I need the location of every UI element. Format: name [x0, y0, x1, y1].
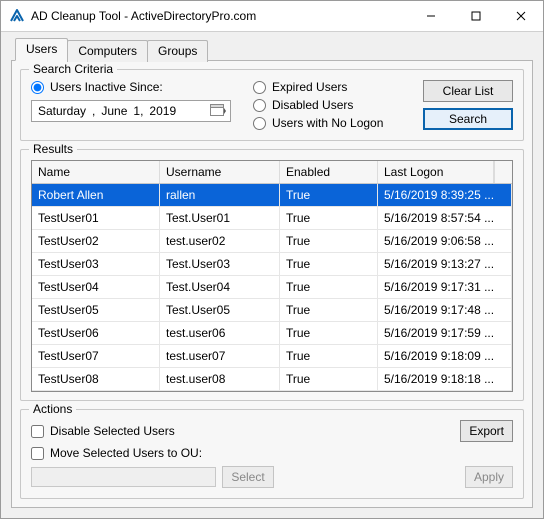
table-cell: True	[280, 368, 378, 390]
results-grid[interactable]: Name Username Enabled Last Logon Robert …	[31, 160, 513, 392]
table-cell: 5/16/2019 9:17:48 ...	[378, 299, 512, 321]
tab-groups[interactable]: Groups	[147, 40, 208, 62]
table-cell: True	[280, 345, 378, 367]
ou-path-input	[31, 467, 216, 487]
table-cell: rallen	[160, 184, 280, 206]
checkbox-disable-users[interactable]: Disable Selected Users	[31, 424, 175, 438]
grid-header: Name Username Enabled Last Logon	[32, 161, 512, 184]
date-picker[interactable]: Saturday , June 1, 2019	[31, 100, 231, 122]
date-value: Saturday , June 1, 2019	[38, 104, 176, 118]
table-cell: Test.User03	[160, 253, 280, 275]
radio-no-logon-input[interactable]	[253, 117, 266, 130]
table-cell: 5/16/2019 9:17:59 ...	[378, 322, 512, 344]
table-cell: Robert Allen	[32, 184, 160, 206]
checkbox-move-label: Move Selected Users to OU:	[50, 446, 202, 460]
table-row[interactable]: TestUser04Test.User04True5/16/2019 9:17:…	[32, 276, 512, 299]
search-button[interactable]: Search	[423, 108, 513, 130]
actions-legend: Actions	[29, 402, 76, 416]
table-row[interactable]: Robert AllenrallenTrue5/16/2019 8:39:25 …	[32, 184, 512, 207]
radio-inactive-since[interactable]: Users Inactive Since:	[31, 80, 241, 94]
table-cell: 5/16/2019 9:06:58 ...	[378, 230, 512, 252]
actions-group: Actions Disable Selected Users Export Mo…	[20, 409, 524, 499]
tab-computers[interactable]: Computers	[67, 40, 148, 62]
close-button[interactable]	[498, 1, 543, 31]
window-title: AD Cleanup Tool - ActiveDirectoryPro.com	[31, 9, 408, 23]
radio-expired-input[interactable]	[253, 81, 266, 94]
radio-inactive-since-input[interactable]	[31, 81, 44, 94]
table-cell: 5/16/2019 9:18:18 ...	[378, 368, 512, 390]
minimize-button[interactable]	[408, 1, 453, 31]
table-cell: TestUser06	[32, 322, 160, 344]
table-cell: test.user06	[160, 322, 280, 344]
table-cell: True	[280, 184, 378, 206]
table-cell: True	[280, 299, 378, 321]
table-cell: 5/16/2019 8:39:25 ...	[378, 184, 512, 206]
calendar-dropdown-icon[interactable]	[210, 104, 226, 118]
table-cell: test.user07	[160, 345, 280, 367]
radio-no-logon-label: Users with No Logon	[272, 116, 383, 130]
search-criteria-legend: Search Criteria	[29, 62, 117, 76]
window-body: Users Computers Groups Search Criteria U…	[1, 32, 543, 518]
grid-body[interactable]: Robert AllenrallenTrue5/16/2019 8:39:25 …	[32, 184, 512, 391]
col-header-name[interactable]: Name	[32, 161, 160, 183]
maximize-button[interactable]	[453, 1, 498, 31]
table-cell: 5/16/2019 8:57:54 ...	[378, 207, 512, 229]
table-cell: True	[280, 253, 378, 275]
radio-disabled-input[interactable]	[253, 99, 266, 112]
select-ou-button: Select	[222, 466, 273, 488]
table-row[interactable]: TestUser07test.user07True5/16/2019 9:18:…	[32, 345, 512, 368]
table-cell: 5/16/2019 9:13:27 ...	[378, 253, 512, 275]
table-cell: 5/16/2019 9:18:09 ...	[378, 345, 512, 367]
search-criteria-group: Search Criteria Users Inactive Since: Sa…	[20, 69, 524, 141]
checkbox-disable-input[interactable]	[31, 425, 44, 438]
table-cell: True	[280, 322, 378, 344]
table-row[interactable]: TestUser06test.user06True5/16/2019 9:17:…	[32, 322, 512, 345]
table-cell: Test.User05	[160, 299, 280, 321]
table-row[interactable]: TestUser02test.user02True5/16/2019 9:06:…	[32, 230, 512, 253]
tab-strip: Users Computers Groups	[11, 38, 533, 61]
table-cell: TestUser03	[32, 253, 160, 275]
checkbox-disable-label: Disable Selected Users	[50, 424, 175, 438]
table-row[interactable]: TestUser03Test.User03True5/16/2019 9:13:…	[32, 253, 512, 276]
table-cell: test.user02	[160, 230, 280, 252]
table-cell: TestUser08	[32, 368, 160, 390]
radio-disabled-label: Disabled Users	[272, 98, 353, 112]
col-header-lastlogon[interactable]: Last Logon	[378, 161, 494, 183]
table-cell: TestUser07	[32, 345, 160, 367]
checkbox-move-input[interactable]	[31, 447, 44, 460]
table-cell: True	[280, 230, 378, 252]
col-header-enabled[interactable]: Enabled	[280, 161, 378, 183]
table-cell: Test.User01	[160, 207, 280, 229]
radio-expired-label: Expired Users	[272, 80, 347, 94]
table-cell: test.user08	[160, 368, 280, 390]
checkbox-move-ou[interactable]: Move Selected Users to OU:	[31, 446, 513, 460]
results-legend: Results	[29, 142, 77, 156]
table-cell: Test.User04	[160, 276, 280, 298]
apply-button: Apply	[465, 466, 513, 488]
table-row[interactable]: TestUser08test.user08True5/16/2019 9:18:…	[32, 368, 512, 391]
tab-panel-users: Search Criteria Users Inactive Since: Sa…	[11, 60, 533, 508]
table-row[interactable]: TestUser01Test.User01True5/16/2019 8:57:…	[32, 207, 512, 230]
table-cell: TestUser05	[32, 299, 160, 321]
table-cell: TestUser01	[32, 207, 160, 229]
app-logo-icon	[9, 8, 25, 24]
table-cell: 5/16/2019 9:17:31 ...	[378, 276, 512, 298]
table-cell: TestUser04	[32, 276, 160, 298]
app-window: AD Cleanup Tool - ActiveDirectoryPro.com…	[0, 0, 544, 519]
radio-no-logon[interactable]: Users with No Logon	[253, 116, 411, 130]
table-cell: True	[280, 276, 378, 298]
export-button[interactable]: Export	[460, 420, 513, 442]
tab-users[interactable]: Users	[15, 38, 68, 61]
table-row[interactable]: TestUser05Test.User05True5/16/2019 9:17:…	[32, 299, 512, 322]
radio-inactive-since-label: Users Inactive Since:	[50, 80, 163, 94]
radio-disabled-users[interactable]: Disabled Users	[253, 98, 411, 112]
table-cell: TestUser02	[32, 230, 160, 252]
table-cell: True	[280, 207, 378, 229]
title-bar: AD Cleanup Tool - ActiveDirectoryPro.com	[1, 1, 543, 32]
col-header-username[interactable]: Username	[160, 161, 280, 183]
clear-list-button[interactable]: Clear List	[423, 80, 513, 102]
radio-expired-users[interactable]: Expired Users	[253, 80, 411, 94]
results-group: Results Name Username Enabled Last Logon…	[20, 149, 524, 401]
window-controls	[408, 1, 543, 31]
